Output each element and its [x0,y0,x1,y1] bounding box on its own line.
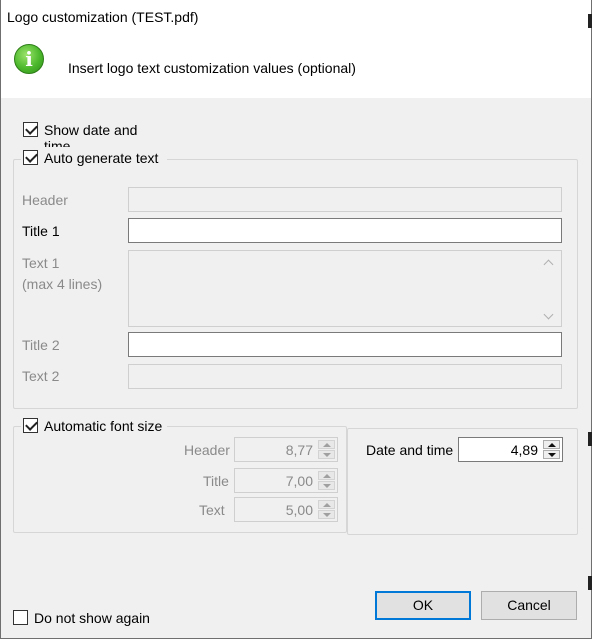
show-date-label-line2: time [44,138,71,147]
text2-field[interactable] [128,364,562,389]
title1-label: Title 1 [22,223,60,239]
text2-label: Text 2 [22,368,60,384]
scroll-up-icon[interactable] [544,258,554,266]
spin-down-icon[interactable] [318,510,335,519]
spin-up-icon[interactable] [318,500,335,509]
scroll-down-icon[interactable] [544,312,554,320]
ok-button[interactable]: OK [375,591,471,620]
spin-down-icon[interactable] [543,450,560,459]
font-title-value: 7,00 [285,473,313,489]
spin-up-icon[interactable] [543,440,560,449]
font-text-label: Text [199,502,225,518]
show-date-checkbox[interactable] [23,122,38,137]
datetime-font-value: 4,89 [510,442,538,458]
font-text-spinbox[interactable]: 5,00 [234,497,338,522]
title2-field[interactable] [128,332,562,357]
show-date-label-line1: Show date and [44,122,138,138]
header-message: Insert logo text customization values (o… [68,60,356,76]
title2-label: Title 2 [22,337,60,353]
spin-up-icon[interactable] [318,440,335,449]
info-icon: i [14,44,44,74]
text1-label-line2: (max 4 lines) [22,276,103,292]
spin-down-icon[interactable] [318,481,335,490]
auto-generate-label: Auto generate text [44,150,159,166]
font-header-value: 8,77 [285,442,313,458]
do-not-show-label: Do not show again [34,610,150,626]
font-title-label: Title [203,473,229,489]
background-edge [588,576,592,590]
font-header-spinbox[interactable]: 8,77 [234,437,338,462]
header-field[interactable] [128,187,562,212]
text1-label-line1: Text 1 [22,255,60,271]
auto-font-size-checkbox[interactable] [23,418,38,433]
text1-field[interactable] [128,250,562,327]
auto-font-size-label: Automatic font size [44,418,163,434]
dialog-window: Logo customization (TEST.pdf) i Insert l… [0,0,592,639]
auto-generate-checkbox[interactable] [23,150,38,165]
spin-down-icon[interactable] [318,450,335,459]
font-title-spinbox[interactable]: 7,00 [234,468,338,493]
header-label: Header [22,192,68,208]
window-title: Logo customization (TEST.pdf) [7,9,199,25]
datetime-font-spinbox[interactable]: 4,89 [458,437,563,462]
font-text-value: 5,00 [285,502,313,518]
font-header-label: Header [184,442,230,458]
cancel-button[interactable]: Cancel [481,591,577,620]
title-bar: Logo customization (TEST.pdf) [1,0,591,32]
spin-up-icon[interactable] [318,471,335,480]
datetime-font-label: Date and time [366,442,454,458]
do-not-show-checkbox[interactable] [13,610,28,625]
background-edge [588,432,592,446]
background-edge [588,14,592,28]
title1-field[interactable] [128,218,562,243]
